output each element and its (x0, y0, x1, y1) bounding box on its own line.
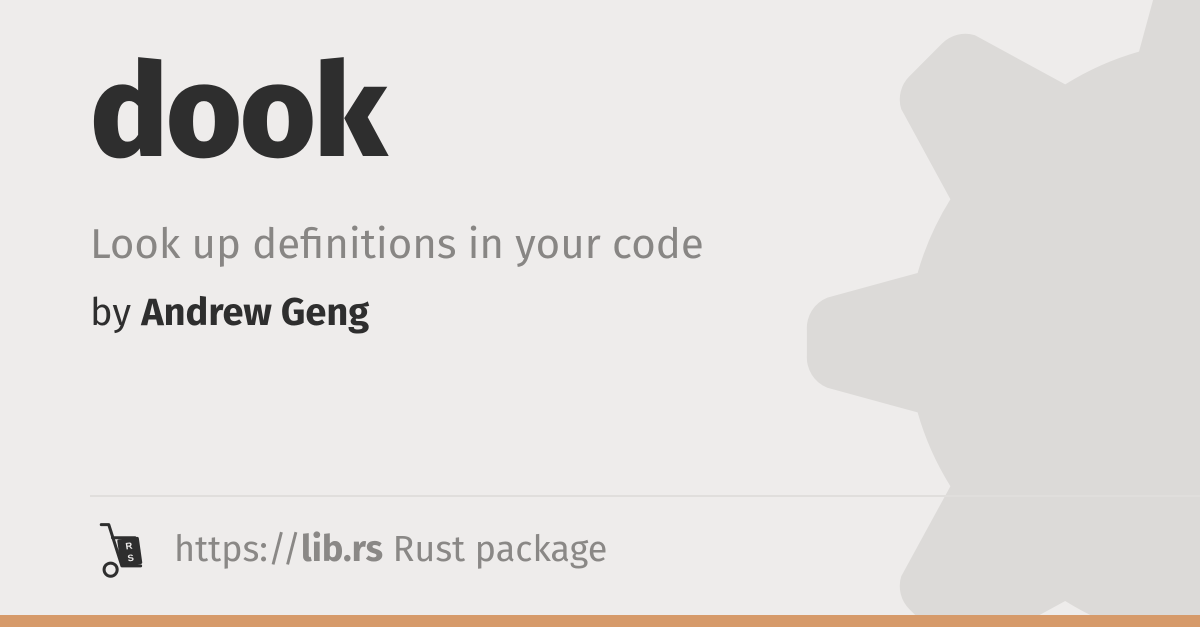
divider (90, 495, 1200, 497)
url-prefix: https:// (174, 527, 301, 571)
by-label: by (90, 290, 131, 336)
url-domain: lib.rs (301, 527, 383, 571)
package-title: dook (90, 45, 1110, 182)
librs-logo-icon: R S (90, 519, 150, 579)
accent-bar (0, 615, 1200, 627)
package-description: Look up definitions in your code (90, 220, 1110, 270)
url-suffix: Rust package (383, 527, 607, 571)
footer-url: https://lib.rs Rust package (174, 527, 607, 571)
package-author: Andrew Geng (141, 290, 369, 336)
footer: R S https://lib.rs Rust package (90, 519, 607, 579)
package-byline: by Andrew Geng (90, 290, 1110, 336)
